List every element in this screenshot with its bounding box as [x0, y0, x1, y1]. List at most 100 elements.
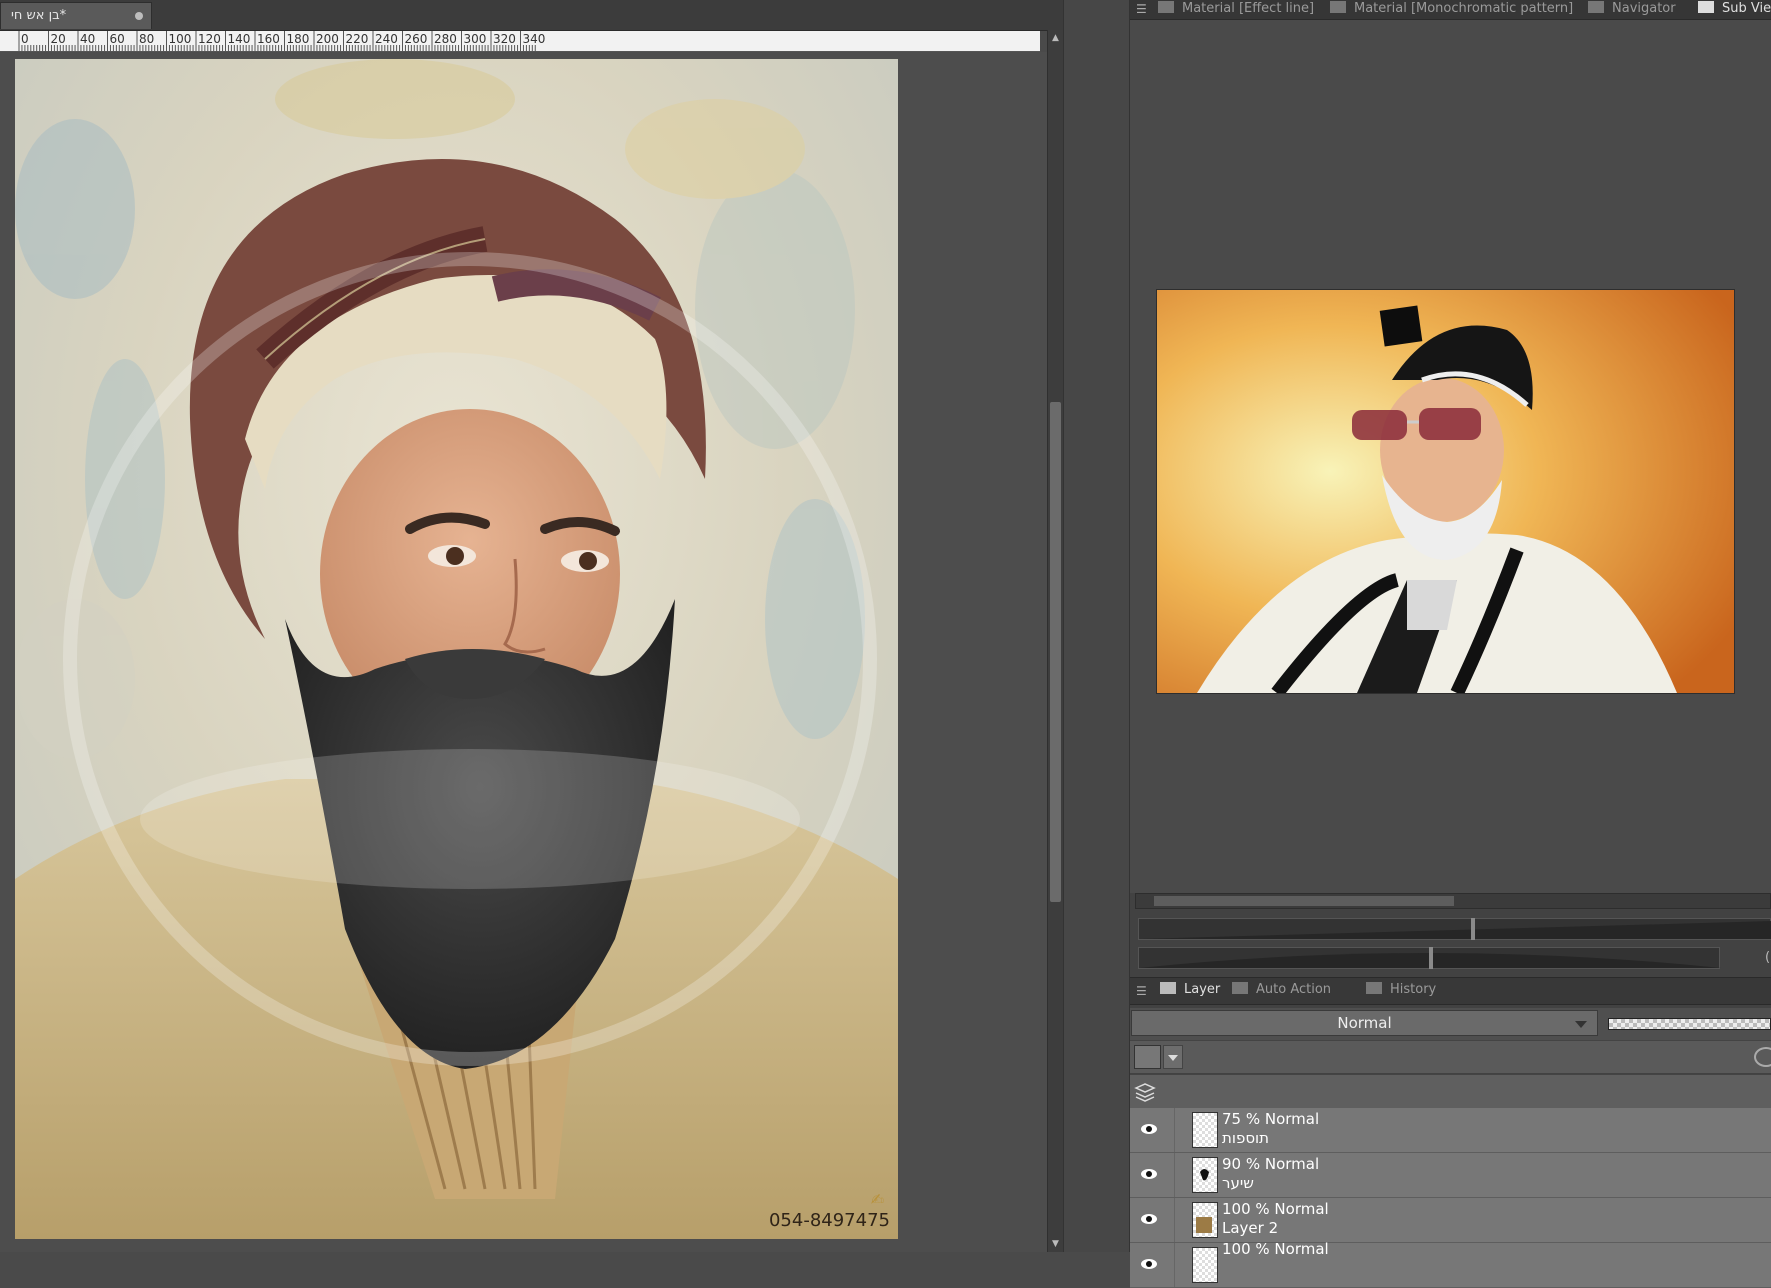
layer-row[interactable]: 100 % Normal	[1130, 1240, 1771, 1288]
rotation-slider[interactable]	[1138, 947, 1721, 969]
rotation-slider-knob[interactable]	[1429, 947, 1433, 969]
tab-label: Material [Monochromatic pattern]	[1354, 1, 1574, 16]
ruler-label: 20	[50, 32, 66, 46]
ruler-label: 220	[345, 32, 369, 46]
panel-menu-icon[interactable]: ☰	[1136, 3, 1150, 15]
chevron-down-icon	[1575, 1021, 1587, 1028]
tab-label: Material [Effect line]	[1182, 1, 1315, 16]
layer-row[interactable]: 90 % Normal שיער	[1130, 1153, 1771, 1198]
ruler-label: 180	[286, 32, 310, 46]
eye-visibility-icon[interactable]	[1140, 1212, 1158, 1226]
document-tab[interactable]: *בן אש חי	[0, 2, 152, 29]
layer-divider	[1174, 1243, 1175, 1287]
layer-row[interactable]: 75 % Normal תוספות	[1130, 1108, 1771, 1153]
navigator-icon	[1588, 1, 1604, 13]
eye-visibility-icon[interactable]	[1140, 1122, 1158, 1136]
layer-header-row	[1130, 1074, 1771, 1109]
canvas-vertical-scrollbar[interactable]: ▲ ▼	[1047, 30, 1063, 1252]
history-icon	[1366, 982, 1382, 994]
blend-mode-value: Normal	[1337, 1014, 1392, 1032]
scroll-up-arrow-icon[interactable]: ▲	[1048, 30, 1063, 46]
auto-action-icon	[1232, 982, 1248, 994]
document-tab-bar: *בן אש חי	[0, 0, 1063, 31]
layer-option-icon[interactable]	[1754, 1047, 1771, 1067]
ruler-label: 280	[434, 32, 457, 46]
ruler-label: 320	[493, 32, 516, 46]
phone-watermark: 054-8497475	[768, 1210, 890, 1231]
tab-history[interactable]: History	[1366, 981, 1436, 1000]
zoom-slider-knob[interactable]	[1471, 918, 1475, 940]
reference-image[interactable]	[1156, 289, 1735, 694]
document-tab-title: *בן אש חי	[11, 8, 67, 23]
layer-opacity-mode: 90 % Normal	[1222, 1155, 1320, 1173]
pattern-icon	[1330, 1, 1346, 13]
sub-view-area[interactable]	[1130, 20, 1771, 893]
rotation-value[interactable]: (	[1765, 950, 1770, 965]
layer-thumbnail-mark	[1200, 1169, 1209, 1181]
ruler-label: 40	[80, 32, 96, 46]
ruler-ticks	[18, 31, 536, 51]
tab-label: History	[1390, 982, 1437, 997]
layer-opacity-mode: 75 % Normal	[1222, 1110, 1320, 1128]
layer-name: Layer 2	[1222, 1219, 1279, 1237]
layer-list: 75 % Normal תוספות 90 % Normal שיער 100 …	[1130, 1108, 1771, 1288]
scroll-down-arrow-icon[interactable]: ▼	[1048, 1236, 1063, 1252]
panel-gutter	[1063, 0, 1130, 1252]
zoom-slider[interactable]	[1138, 918, 1771, 940]
layer-divider	[1174, 1108, 1175, 1152]
ruler-label: 300	[463, 32, 487, 46]
layer-tool-row	[1130, 1040, 1771, 1073]
subview-horizontal-scrollbar[interactable]	[1135, 893, 1771, 909]
ruler-label: 100	[168, 32, 192, 46]
eye-visibility-icon[interactable]	[1140, 1167, 1158, 1181]
layer-opacity-slider[interactable]	[1608, 1018, 1771, 1030]
artwork-portrait[interactable]: ✍︎ 054-8497475	[15, 59, 898, 1239]
ruler-label: 260	[404, 32, 428, 46]
layer-color-swatch[interactable]	[1134, 1045, 1161, 1069]
ruler-label: 120	[198, 32, 221, 46]
scrollbar-thumb[interactable]	[1050, 402, 1061, 902]
blend-mode-select[interactable]: Normal	[1131, 1010, 1598, 1036]
layer-thumbnail	[1192, 1112, 1218, 1148]
tab-sub-view[interactable]: Sub View	[1698, 0, 1771, 19]
layer-opacity-mode: 100 % Normal	[1222, 1200, 1329, 1218]
subview-icon	[1698, 1, 1714, 13]
ruler-label: 60	[109, 32, 125, 46]
ruler-label: 200	[316, 32, 339, 46]
tab-material-effect-line[interactable]: Material [Effect line]	[1158, 0, 1314, 19]
tab-navigator[interactable]: Navigator	[1588, 0, 1676, 19]
blend-mode-row: Normal	[1130, 1008, 1771, 1040]
layer-name: תוספות	[1222, 1129, 1269, 1147]
layer-divider	[1174, 1198, 1175, 1242]
layer-stack-icon[interactable]	[1134, 1081, 1156, 1103]
layer-divider	[1174, 1153, 1175, 1197]
close-tab-icon[interactable]	[135, 12, 143, 20]
tab-auto-action[interactable]: Auto Action	[1232, 981, 1331, 1000]
ruler-label: 160	[257, 32, 280, 46]
tab-layer[interactable]: Layer	[1160, 981, 1220, 1000]
layer-row[interactable]: 100 % Normal Layer 2	[1130, 1198, 1771, 1243]
zoom-slider-track	[1139, 921, 1771, 939]
ruler-label: 80	[139, 32, 155, 46]
layer-thumbnail	[1192, 1157, 1218, 1193]
ruler-label: 240	[375, 32, 398, 46]
tab-label: Navigator	[1612, 1, 1676, 16]
eye-visibility-icon[interactable]	[1140, 1257, 1158, 1271]
right-dock-panel: ☰ Material [Effect line] Material [Monoc…	[1130, 0, 1771, 1288]
tab-label: Sub View	[1722, 1, 1771, 16]
artist-signature: ✍︎	[870, 1190, 884, 1209]
chevron-down-icon[interactable]	[1163, 1045, 1183, 1069]
top-panel-tabs: ☰ Material [Effect line] Material [Monoc…	[1130, 0, 1771, 20]
tab-material-monochromatic-pattern[interactable]: Material [Monochromatic pattern]	[1330, 0, 1573, 19]
layer-panel-tabs: ☰ Layer Auto Action History	[1130, 977, 1771, 1005]
panel-menu-icon[interactable]: ☰	[1136, 985, 1150, 997]
ruler-label: 340	[522, 32, 546, 46]
tab-label: Auto Action	[1256, 982, 1332, 997]
layer-opacity-mode: 100 % Normal	[1222, 1240, 1329, 1258]
horizontal-ruler[interactable]: 0 20 40 60 80 100 120 140 160 180 200 220 240 260 280 3…	[0, 31, 1040, 52]
layer-icon	[1160, 982, 1176, 994]
reference-photo	[1157, 290, 1734, 693]
material-icon	[1158, 1, 1174, 13]
portrait-painting	[15, 59, 898, 1239]
scrollbar-thumb[interactable]	[1154, 896, 1454, 906]
